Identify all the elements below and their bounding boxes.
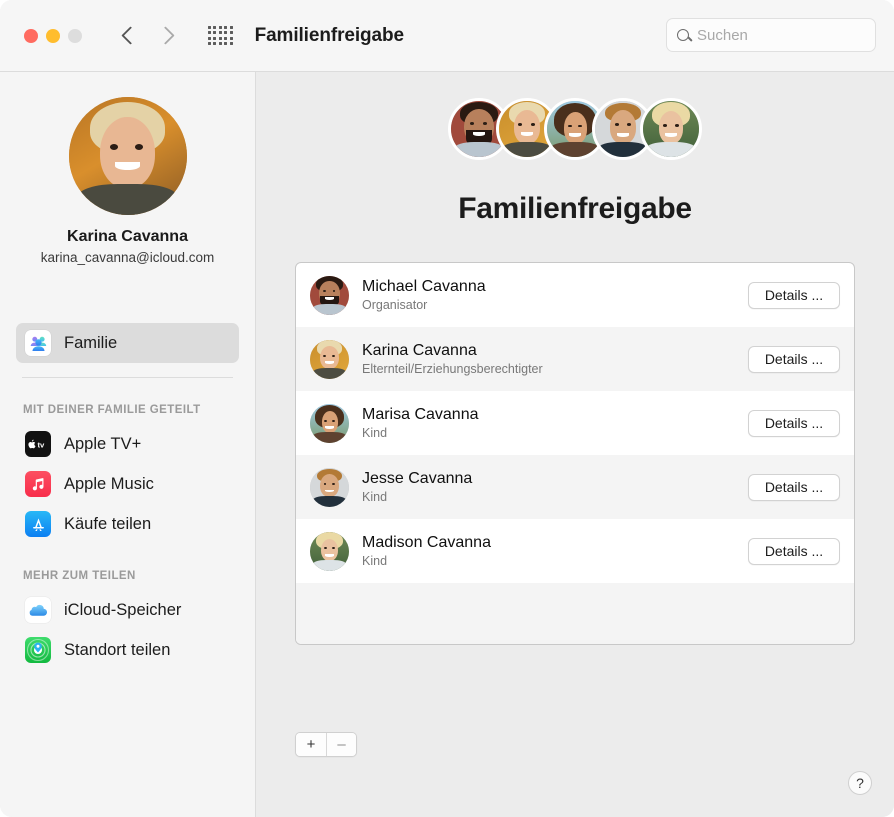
table-row[interactable]: Karina Cavanna Elternteil/Erziehungsbere… bbox=[296, 327, 854, 391]
traffic-lights bbox=[24, 29, 82, 43]
member-name: Jesse Cavanna bbox=[362, 470, 472, 488]
sidebar-item-label: Familie bbox=[64, 334, 117, 353]
page-title: Familienfreigabe bbox=[256, 192, 894, 226]
navigation-arrows bbox=[124, 29, 172, 42]
list-empty-area bbox=[296, 583, 854, 645]
member-name: Karina Cavanna bbox=[362, 342, 543, 360]
titlebar: Familienfreigabe Suchen bbox=[0, 0, 894, 72]
find-my-icon bbox=[25, 637, 51, 663]
sidebar-item-apple-music[interactable]: Apple Music bbox=[16, 464, 239, 504]
family-icon bbox=[25, 330, 51, 356]
sidebar-item-standort-teilen[interactable]: Standort teilen bbox=[16, 630, 239, 670]
search-field[interactable]: Suchen bbox=[666, 18, 876, 52]
member-role: Kind bbox=[362, 426, 479, 440]
app-store-icon bbox=[25, 511, 51, 537]
sidebar-group-title-more: MEHR ZUM TEILEN bbox=[23, 570, 255, 582]
profile-block: Karina Cavanna karina_cavanna@icloud.com bbox=[0, 72, 255, 265]
member-name: Marisa Cavanna bbox=[362, 406, 479, 424]
member-info: Karina Cavanna Elternteil/Erziehungsbere… bbox=[362, 342, 543, 376]
add-member-button[interactable]: + bbox=[296, 733, 326, 756]
profile-email: karina_cavanna@icloud.com bbox=[0, 250, 255, 265]
show-all-grid-icon[interactable] bbox=[208, 26, 233, 45]
sidebar: Karina Cavanna karina_cavanna@icloud.com bbox=[0, 72, 256, 817]
table-row[interactable]: Marisa Cavanna Kind Details ... bbox=[296, 391, 854, 455]
table-row[interactable]: Madison Cavanna Kind Details ... bbox=[296, 519, 854, 583]
table-row[interactable]: Michael Cavanna Organisator Details ... bbox=[296, 263, 854, 327]
window-title: Familienfreigabe bbox=[255, 25, 404, 47]
icloud-icon bbox=[25, 597, 51, 623]
member-role: Elternteil/Erziehungsberechtigter bbox=[362, 362, 543, 376]
details-button[interactable]: Details ... bbox=[748, 346, 840, 373]
member-avatar bbox=[310, 468, 349, 507]
member-avatar bbox=[310, 340, 349, 379]
member-role: Organisator bbox=[362, 298, 486, 312]
profile-name: Karina Cavanna bbox=[0, 228, 255, 246]
sidebar-item-familie[interactable]: Familie bbox=[16, 323, 239, 363]
cluster-avatar-madison bbox=[640, 98, 702, 160]
member-role: Kind bbox=[362, 554, 491, 568]
member-name: Madison Cavanna bbox=[362, 534, 491, 552]
details-button[interactable]: Details ... bbox=[748, 282, 840, 309]
member-info: Marisa Cavanna Kind bbox=[362, 406, 479, 440]
sidebar-item-icloud-speicher[interactable]: iCloud-Speicher bbox=[16, 590, 239, 630]
member-name: Michael Cavanna bbox=[362, 278, 486, 296]
forward-chevron-icon[interactable] bbox=[156, 26, 174, 44]
sidebar-item-label: Apple Music bbox=[64, 475, 154, 494]
svg-text:tv: tv bbox=[37, 440, 45, 449]
member-info: Madison Cavanna Kind bbox=[362, 534, 491, 568]
main-content: Familienfreigabe Michae bbox=[256, 72, 894, 817]
remove-member-button[interactable]: – bbox=[326, 733, 356, 756]
member-avatar bbox=[310, 532, 349, 571]
sidebar-divider bbox=[22, 377, 233, 378]
minimize-button[interactable] bbox=[46, 29, 60, 43]
sidebar-item-kaeufe-teilen[interactable]: Käufe teilen bbox=[16, 504, 239, 544]
profile-portrait bbox=[69, 97, 187, 215]
member-role: Kind bbox=[362, 490, 472, 504]
family-avatar-cluster bbox=[448, 98, 702, 160]
details-button[interactable]: Details ... bbox=[748, 474, 840, 501]
table-row[interactable]: Jesse Cavanna Kind Details ... bbox=[296, 455, 854, 519]
apple-tv-icon: tv bbox=[25, 431, 51, 457]
sidebar-item-label: iCloud-Speicher bbox=[64, 601, 181, 620]
member-avatar bbox=[310, 276, 349, 315]
sidebar-group-title-shared: MIT DEINER FAMILIE GETEILT bbox=[23, 404, 255, 416]
member-info: Michael Cavanna Organisator bbox=[362, 278, 486, 312]
zoom-button[interactable] bbox=[68, 29, 82, 43]
sidebar-item-label: Apple TV+ bbox=[64, 435, 141, 454]
search-icon bbox=[677, 29, 689, 41]
family-member-list: Michael Cavanna Organisator Details ... bbox=[295, 262, 855, 645]
sidebar-item-label: Standort teilen bbox=[64, 641, 170, 660]
member-avatar bbox=[310, 404, 349, 443]
family-sharing-window: Familienfreigabe Suchen Karina Cavanna bbox=[0, 0, 894, 817]
avatar[interactable] bbox=[69, 97, 187, 215]
close-button[interactable] bbox=[24, 29, 38, 43]
details-button[interactable]: Details ... bbox=[748, 410, 840, 437]
apple-music-icon bbox=[25, 471, 51, 497]
back-chevron-icon[interactable] bbox=[121, 26, 139, 44]
details-button[interactable]: Details ... bbox=[748, 538, 840, 565]
sidebar-item-label: Käufe teilen bbox=[64, 515, 151, 534]
search-placeholder: Suchen bbox=[697, 27, 748, 44]
member-add-remove-control: + – bbox=[295, 732, 357, 757]
sidebar-item-apple-tv-plus[interactable]: tv Apple TV+ bbox=[16, 424, 239, 464]
help-button[interactable]: ? bbox=[848, 771, 872, 795]
member-info: Jesse Cavanna Kind bbox=[362, 470, 472, 504]
